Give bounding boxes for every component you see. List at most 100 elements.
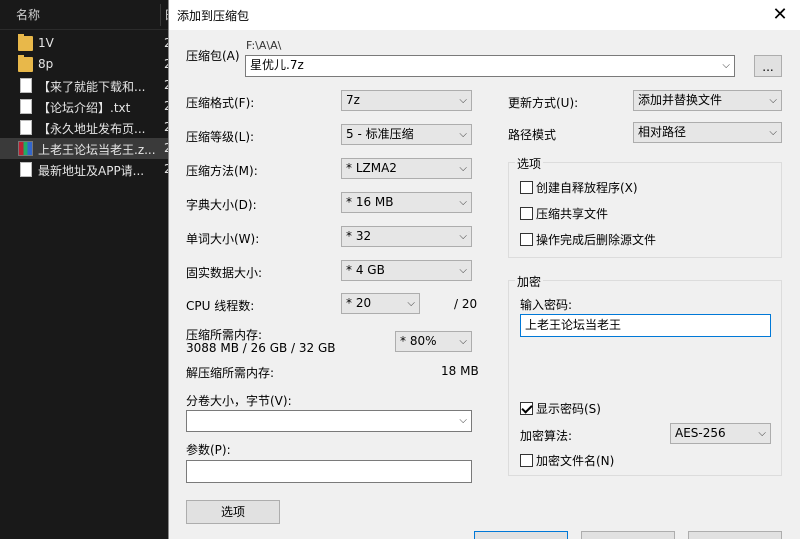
folder-icon — [18, 55, 33, 72]
file-name: 1V — [38, 36, 54, 50]
word-size-select[interactable]: * 32 ⌵ — [341, 226, 472, 247]
file-row-selected[interactable]: 上老王论坛当老王.z... 2 — [0, 138, 176, 159]
chevron-down-icon: ⌵ — [758, 428, 766, 439]
show-password-checkbox[interactable]: 显示密码(S) — [520, 400, 770, 416]
encrypt-filenames-checkbox[interactable]: 加密文件名(N) — [520, 452, 770, 468]
split-volume-combo[interactable]: ⌵ — [186, 410, 472, 432]
folder-icon — [18, 34, 33, 51]
document-icon — [20, 120, 32, 135]
file-row[interactable]: 8p 2 — [0, 54, 176, 75]
file-name: 【永久地址发布页... — [38, 122, 146, 136]
column-divider[interactable] — [160, 4, 161, 26]
chevron-down-icon: ⌵ — [769, 127, 777, 138]
document-icon — [20, 162, 32, 177]
dictionary-value: * 16 MB — [346, 195, 394, 209]
chevron-down-icon: ⌵ — [459, 336, 467, 347]
path-mode-value: 相对路径 — [638, 125, 687, 139]
memory-percent-value: * 80% — [400, 334, 437, 348]
create-sfx-label: 创建自释放程序(X) — [536, 181, 638, 195]
title-bar[interactable]: 添加到压缩包 ✕ — [169, 0, 800, 30]
format-select[interactable]: 7z ⌵ — [341, 90, 472, 111]
password-input[interactable]: 上老王论坛当老王 — [520, 314, 771, 337]
memory-percent-select[interactable]: * 80% ⌵ — [395, 331, 472, 352]
ok-button[interactable] — [474, 531, 568, 539]
file-row[interactable]: 最新地址及APP请... 2 — [0, 159, 176, 180]
cpu-threads-total: / 20 — [454, 297, 478, 311]
file-name: 最新地址及APP请... — [38, 164, 145, 178]
update-mode-label: 更新方式(U): — [508, 96, 579, 110]
chevron-down-icon: ⌵ — [459, 95, 467, 106]
close-icon[interactable]: ✕ — [765, 2, 795, 28]
column-header-name[interactable]: 名称 — [16, 6, 40, 23]
file-row[interactable]: 【来了就能下载和... 2 — [0, 75, 176, 96]
decompress-memory-label: 解压缩所需内存: — [186, 366, 275, 380]
method-select[interactable]: * LZMA2 ⌵ — [341, 158, 472, 179]
path-mode-select[interactable]: 相对路径 ⌵ — [633, 122, 782, 143]
file-explorer-pane: ^ 名称 日 1V 2 8p 2 【来了就能下载和... 2 【论坛介绍】.tx… — [0, 0, 176, 539]
file-name: 上老王论坛当老王.z... — [38, 143, 156, 157]
chevron-down-icon: ⌵ — [459, 231, 467, 242]
file-row[interactable]: 【论坛介绍】.txt 2 — [0, 96, 176, 117]
chevron-down-icon: ⌵ — [459, 415, 467, 426]
checkbox-checked-icon — [520, 402, 533, 415]
cancel-button[interactable] — [581, 531, 675, 539]
file-row[interactable]: 【永久地址发布页... 2 — [0, 117, 176, 138]
file-name: 【论坛介绍】.txt — [38, 101, 131, 115]
delete-after-label: 操作完成后删除源文件 — [536, 233, 657, 247]
encryption-group-title: 加密 — [515, 273, 544, 290]
dictionary-select[interactable]: * 16 MB ⌵ — [341, 192, 472, 213]
create-sfx-checkbox[interactable]: 创建自释放程序(X) — [520, 179, 770, 195]
decompress-memory-value: 18 MB — [441, 364, 479, 378]
chevron-down-icon: ⌵ — [459, 129, 467, 140]
solid-block-select[interactable]: * 4 GB ⌵ — [341, 260, 472, 281]
chevron-down-icon: ⌵ — [407, 298, 415, 309]
document-icon — [20, 78, 32, 93]
encryption-method-label: 加密算法: — [520, 429, 573, 443]
compress-shared-checkbox[interactable]: 压缩共享文件 — [520, 205, 770, 221]
add-to-archive-dialog: 添加到压缩包 ✕ 压缩包(A) F:\A\A\ 星优儿.7z ⌵ ... 压缩格… — [168, 0, 800, 539]
format-value: 7z — [346, 93, 360, 107]
chevron-down-icon: ⌵ — [459, 163, 467, 174]
text-file-icon — [20, 99, 32, 114]
parameters-input[interactable] — [186, 460, 472, 483]
level-label: 压缩等级(L): — [186, 130, 255, 144]
password-label: 输入密码: — [520, 298, 573, 312]
archive-icon — [18, 141, 33, 156]
encryption-method-value: AES-256 — [675, 426, 726, 440]
checkbox-icon — [520, 233, 533, 246]
level-select[interactable]: 5 - 标准压缩 ⌵ — [341, 124, 472, 145]
encryption-method-select[interactable]: AES-256 ⌵ — [670, 423, 771, 444]
chevron-down-icon: ⌵ — [459, 197, 467, 208]
method-value: * LZMA2 — [346, 161, 397, 175]
file-name: 【来了就能下载和... — [38, 80, 146, 94]
archive-name-combo[interactable]: 星优儿.7z ⌵ — [245, 55, 735, 77]
delete-after-checkbox[interactable]: 操作完成后删除源文件 — [520, 231, 770, 247]
chevron-down-icon: ⌵ — [459, 265, 467, 276]
sort-caret-icon: ^ — [79, 0, 89, 7]
solid-block-label: 固实数据大小: — [186, 266, 263, 280]
encrypt-filenames-label: 加密文件名(N) — [536, 454, 615, 468]
update-mode-value: 添加并替换文件 — [638, 93, 723, 107]
dialog-title: 添加到压缩包 — [177, 9, 250, 23]
update-mode-select[interactable]: 添加并替换文件 ⌵ — [633, 90, 782, 111]
dictionary-label: 字典大小(D): — [186, 198, 257, 212]
checkbox-icon — [520, 454, 533, 467]
chevron-down-icon: ⌵ — [722, 60, 730, 71]
checkbox-icon — [520, 207, 533, 220]
help-button[interactable] — [688, 531, 782, 539]
cpu-threads-value: * 20 — [346, 296, 372, 310]
word-size-value: * 32 — [346, 229, 372, 243]
cpu-threads-select[interactable]: * 20 ⌵ — [341, 293, 420, 314]
path-mode-label: 路径模式 — [508, 128, 557, 142]
options-button[interactable]: 选项 — [186, 500, 280, 524]
solid-block-value: * 4 GB — [346, 263, 385, 277]
browse-button[interactable]: ... — [754, 55, 782, 77]
format-label: 压缩格式(F): — [186, 96, 255, 110]
archive-name-value: 星优儿.7z — [250, 58, 304, 72]
options-group-title: 选项 — [515, 155, 544, 172]
chevron-down-icon: ⌵ — [769, 95, 777, 106]
parameters-label: 参数(P): — [186, 443, 231, 457]
show-password-label: 显示密码(S) — [536, 402, 601, 416]
file-row[interactable]: 1V 2 — [0, 33, 176, 54]
method-label: 压缩方法(M): — [186, 164, 258, 178]
